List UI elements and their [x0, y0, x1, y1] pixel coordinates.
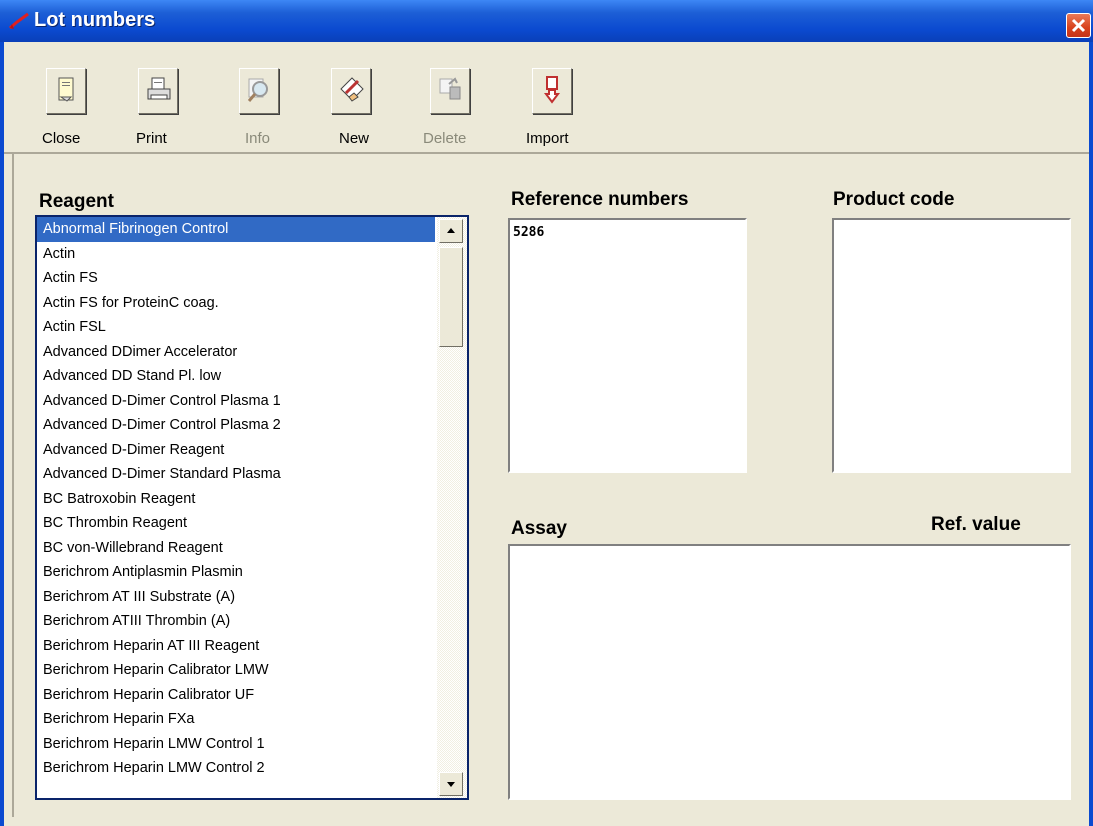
reagent-list-item[interactable]: Berichrom Heparin Calibrator UF	[37, 683, 435, 708]
delete-button-label[interactable]: Delete	[423, 130, 466, 147]
reagent-scrollbar[interactable]	[437, 217, 467, 798]
reagent-listbox[interactable]: Abnormal Fibrinogen Control Actin Actin FS…	[35, 215, 469, 800]
reagent-list-item[interactable]: Berichrom AT III Substrate (A)	[37, 585, 435, 610]
reagent-list-item[interactable]: Berichrom Heparin FXa	[37, 707, 435, 732]
reagent-list-item[interactable]: Berichrom Heparin LMW Control 1	[37, 732, 435, 757]
reagent-list-item[interactable]: Actin FS for ProteinC coag.	[37, 291, 435, 316]
reagent-list-item[interactable]: Actin FSL	[37, 315, 435, 340]
reagent-list-item[interactable]: Advanced DDimer Accelerator	[37, 340, 435, 365]
reagent-list-item[interactable]: Advanced D-Dimer Control Plasma 2	[37, 413, 435, 438]
reagent-list-item[interactable]: Berichrom Heparin AT III Reagent	[37, 634, 435, 659]
info-button-label[interactable]: Info	[245, 130, 270, 147]
reagent-list-item[interactable]: BC Thrombin Reagent	[37, 511, 435, 536]
delete-button[interactable]	[430, 68, 470, 114]
assay-list[interactable]	[508, 544, 1071, 800]
reagent-list-item[interactable]: Advanced D-Dimer Reagent	[37, 438, 435, 463]
reagent-list-item[interactable]: Berichrom Antiplasmin Plasmin	[37, 560, 435, 585]
magnifier-icon	[247, 78, 268, 102]
import-button-label[interactable]: Import	[526, 130, 569, 147]
close-button-label[interactable]: Close	[42, 130, 80, 147]
note-icon	[58, 77, 74, 102]
close-window-button[interactable]	[1066, 13, 1091, 38]
arrow-down-icon	[447, 782, 455, 787]
reagent-list-item[interactable]: Berichrom Heparin LMW Control 2	[37, 756, 435, 781]
printer-icon	[147, 77, 171, 100]
reference-number-item[interactable]: 5286	[513, 225, 544, 240]
window-title: Lot numbers	[34, 9, 156, 31]
reference-numbers-label: Reference numbers	[511, 189, 689, 210]
scroll-up-button[interactable]	[439, 219, 463, 243]
reagent-list-item[interactable]: Berichrom ATIII Thrombin (A)	[37, 609, 435, 634]
reagent-list-item[interactable]: Advanced D-Dimer Control Plasma 1	[37, 389, 435, 414]
new-button-label[interactable]: New	[339, 130, 369, 147]
import-button[interactable]	[532, 68, 572, 114]
reagent-list-item[interactable]: BC von-Willebrand Reagent	[37, 536, 435, 561]
reagent-label: Reagent	[39, 191, 114, 212]
title-bar: Lot numbers	[0, 0, 1093, 42]
new-button[interactable]	[331, 68, 371, 114]
window-frame-right	[1089, 42, 1093, 826]
close-button[interactable]	[46, 68, 86, 114]
reagent-list-item[interactable]: Berichrom Heparin Calibrator LMW	[37, 658, 435, 683]
window-frame-left	[0, 42, 4, 826]
ref-value-label: Ref. value	[931, 514, 1021, 535]
reagent-list-item[interactable]: Advanced D-Dimer Standard Plasma	[37, 462, 435, 487]
trash-icon	[439, 77, 461, 100]
reagent-list-item[interactable]: Abnormal Fibrinogen Control	[37, 217, 435, 242]
pen-paper-icon	[340, 77, 364, 102]
reference-numbers-list[interactable]	[508, 218, 747, 473]
reagent-list-item[interactable]: Advanced DD Stand Pl. low	[37, 364, 435, 389]
reagent-list: Abnormal Fibrinogen Control Actin Actin FS…	[37, 217, 435, 781]
scroll-thumb[interactable]	[439, 247, 463, 347]
scroll-down-button[interactable]	[439, 772, 463, 796]
reagent-list-item[interactable]: Actin FS	[37, 266, 435, 291]
close-icon	[1071, 18, 1086, 33]
print-button[interactable]	[138, 68, 178, 114]
product-code-label: Product code	[833, 189, 955, 210]
arrow-up-icon	[447, 228, 455, 233]
info-button[interactable]	[239, 68, 279, 114]
reagent-list-item[interactable]: Actin	[37, 242, 435, 267]
reagent-list-item[interactable]: BC Batroxobin Reagent	[37, 487, 435, 512]
assay-label: Assay	[511, 518, 567, 539]
print-button-label[interactable]: Print	[136, 130, 167, 147]
app-icon	[9, 12, 29, 30]
product-code-field[interactable]	[832, 218, 1071, 473]
import-arrow-icon	[544, 76, 560, 104]
